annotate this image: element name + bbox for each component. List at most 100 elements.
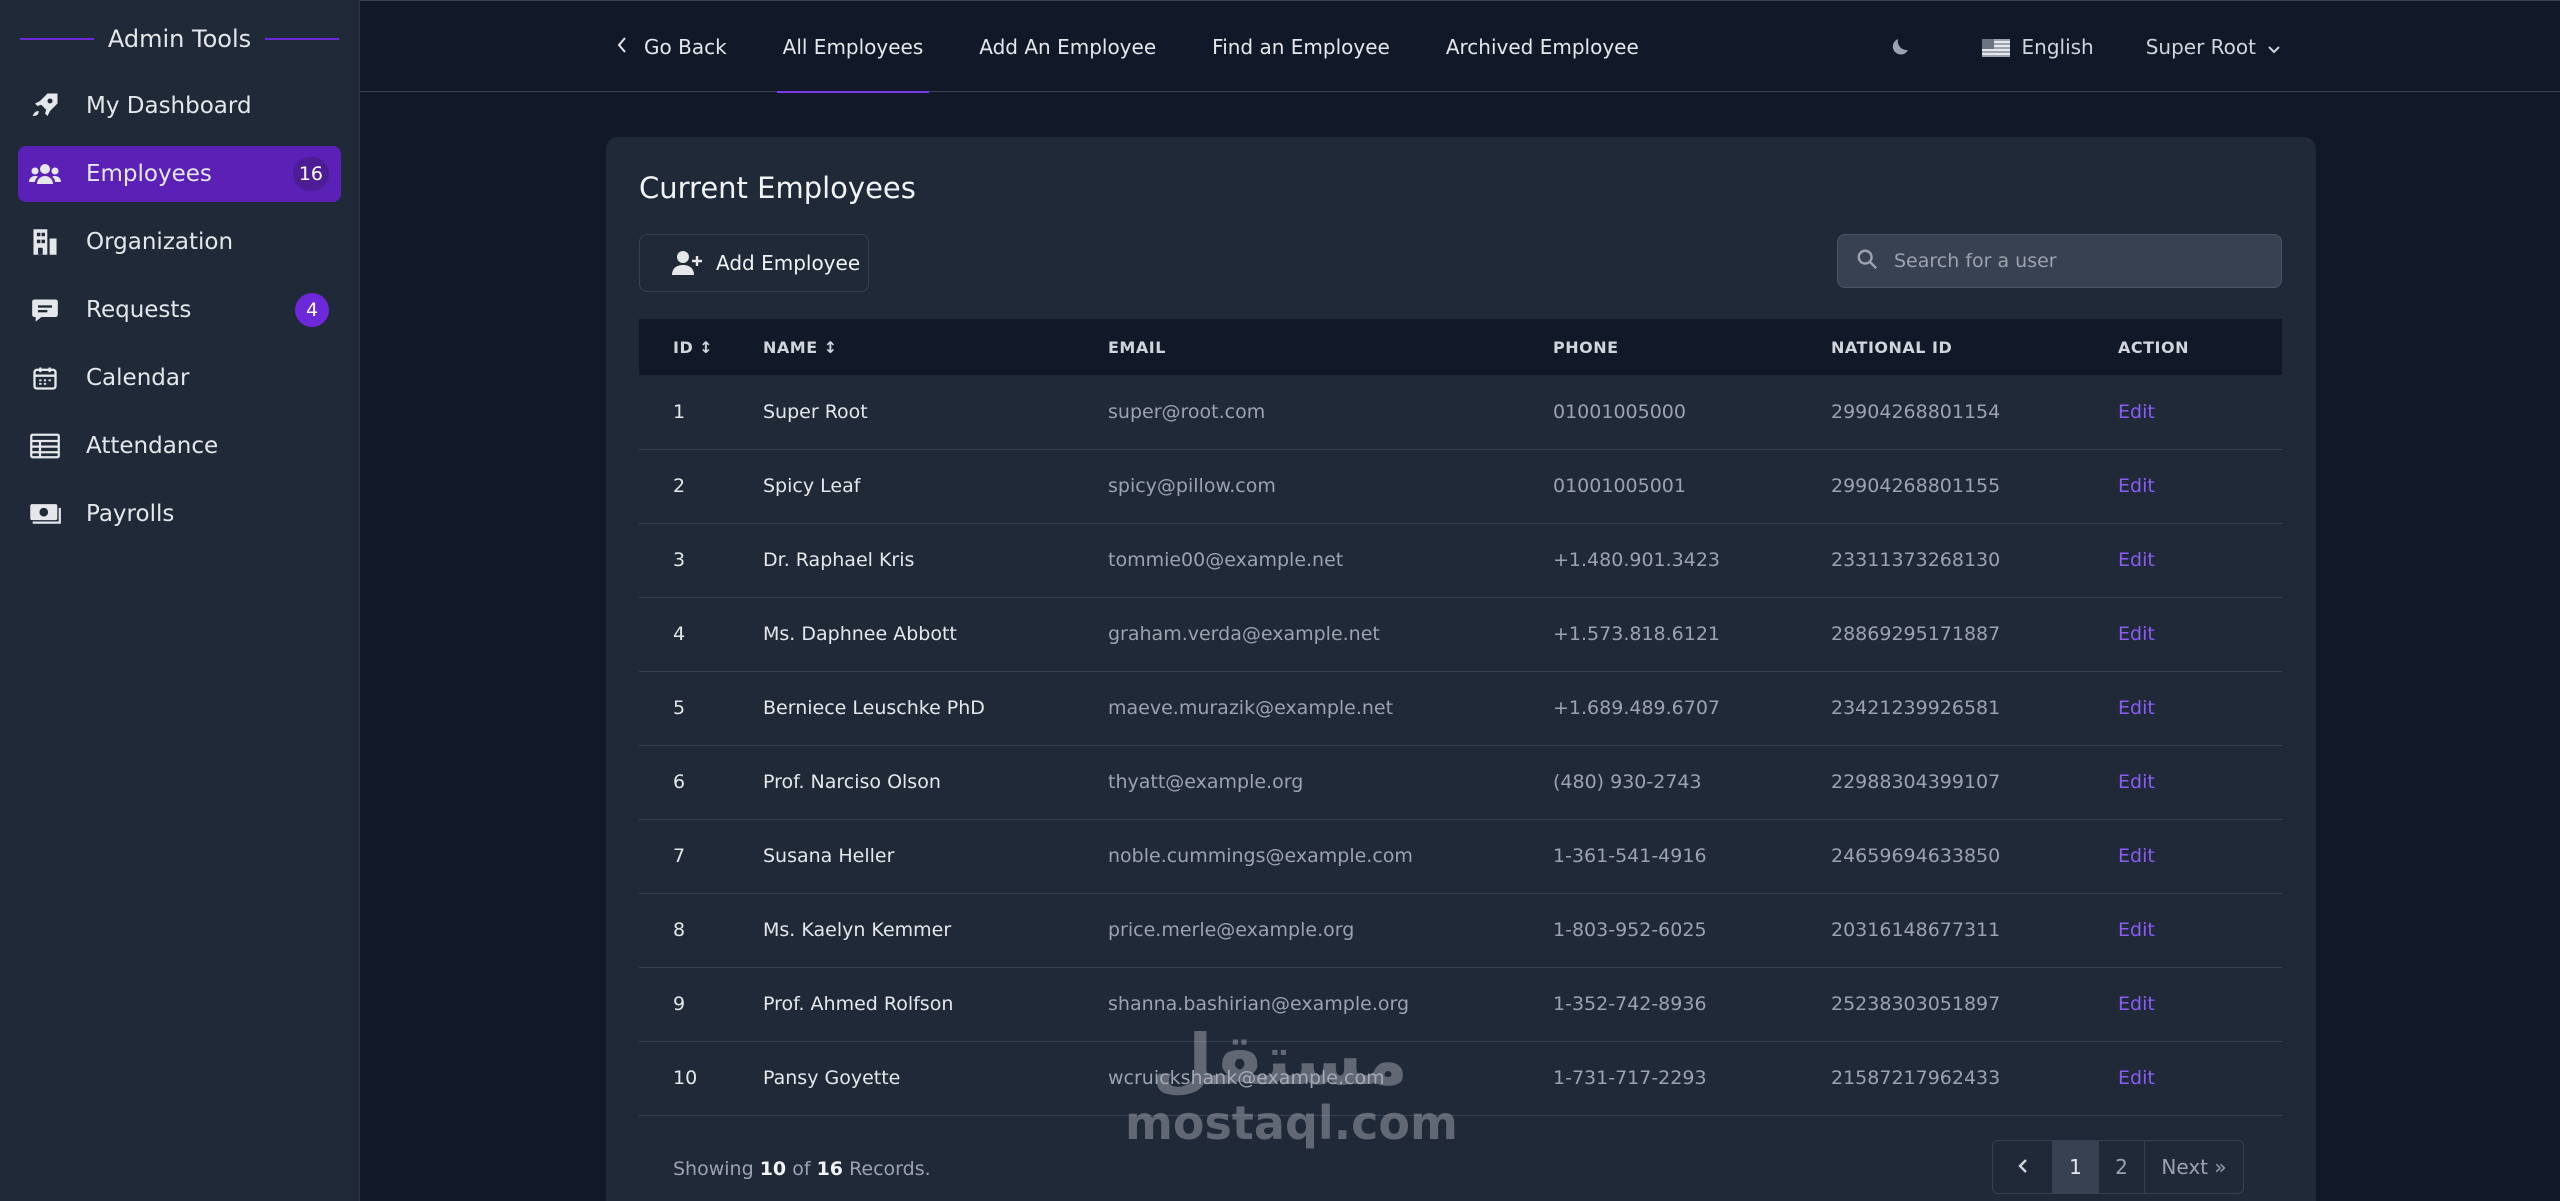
edit-link[interactable]: Edit [2118,523,2282,597]
table-row: 4 Ms. Daphnee Abbott graham.verda@exampl… [639,597,2282,671]
edit-link[interactable]: Edit [2118,1041,2282,1115]
summary-of: of [792,1158,811,1180]
summary-total: 16 [816,1158,844,1180]
sidebar-item-employees[interactable]: Employees 16 [18,146,341,202]
tab-find-employee[interactable]: Find an Employee [1206,1,1396,93]
tab-label: Find an Employee [1212,35,1390,59]
cell-email: wcruickshank@example.com [1108,1067,1385,1089]
sidebar-header: Admin Tools [0,0,359,78]
summary-suffix: Records. [849,1158,931,1180]
cell-id: 1 [673,400,686,423]
table-row: 2 Spicy Leaf spicy@pillow.com 0100100500… [639,449,2282,523]
sidebar-item-label: Calendar [86,365,190,391]
tab-archived-employee[interactable]: Archived Employee [1440,1,1645,93]
calendar-icon [28,361,62,395]
cell-phone: (480) 930-2743 [1553,771,1702,793]
edit-link[interactable]: Edit [2118,671,2282,745]
cell-national-id: 22988304399107 [1831,771,2001,793]
table-header-row: ID ↕ NAME ↕ EMAIL PHONE NATIONAL ID ACTI… [639,319,2282,375]
table-row: 10 Pansy Goyette wcruickshank@example.co… [639,1041,2282,1115]
tab-go-back[interactable]: Go Back [610,1,733,93]
user-menu[interactable]: Super Root [2146,35,2280,59]
sidebar-item-dashboard[interactable]: My Dashboard [18,78,341,134]
sidebar-item-payrolls[interactable]: Payrolls [18,486,341,542]
language-selector[interactable]: English [1981,35,2094,59]
tab-label: All Employees [782,35,924,59]
count-badge: 16 [292,157,329,191]
cell-id: 6 [673,771,686,793]
tab-label: Archived Employee [1445,35,1639,59]
cell-name: Prof. Ahmed Rolfson [763,993,954,1015]
cell-name: Super Root [763,400,868,423]
page-button-1[interactable]: 1 [2053,1141,2099,1193]
language-label: English [2021,35,2094,59]
us-flag-icon [1981,38,2010,57]
cell-id: 7 [673,845,686,867]
table-row: 6 Prof. Narciso Olson thyatt@example.org… [639,745,2282,819]
table-row: 9 Prof. Ahmed Rolfson shanna.bashirian@e… [639,967,2282,1041]
edit-link[interactable]: Edit [2118,819,2282,893]
edit-link[interactable]: Edit [2118,449,2282,523]
cell-email: shanna.bashirian@example.org [1108,993,1410,1015]
user-name: Super Root [2145,35,2256,59]
sidebar-item-label: My Dashboard [86,93,252,119]
table-row: 3 Dr. Raphael Kris tommie00@example.net … [639,523,2282,597]
add-employee-button[interactable]: Add Employee [639,234,869,292]
moon-icon[interactable] [1888,35,1912,59]
tab-add-employee[interactable]: Add An Employee [973,1,1162,93]
sidebar-item-label: Employees [86,161,212,187]
cell-phone: 1-352-742-8936 [1553,993,1707,1015]
column-header-action: ACTION [2118,337,2189,357]
sidebar-title: Admin Tools [107,25,252,53]
sidebar-item-attendance[interactable]: Attendance [18,418,341,474]
sidebar-item-organization[interactable]: Organization [18,214,341,270]
cell-national-id: 29904268801155 [1831,475,2001,497]
money-icon [28,497,62,531]
cell-id: 10 [673,1067,698,1089]
sidebar-item-calendar[interactable]: Calendar [18,350,341,406]
cell-email: thyatt@example.org [1108,771,1304,793]
search-input[interactable] [1894,250,2254,272]
search-box[interactable] [1837,234,2282,288]
cell-phone: +1.480.901.3423 [1553,549,1721,571]
cell-email: graham.verda@example.net [1108,623,1380,645]
cell-name: Prof. Narciso Olson [763,771,941,793]
sidebar-item-label: Organization [86,229,234,255]
cell-phone: 1-361-541-4916 [1553,845,1707,867]
cell-email: noble.cummings@example.com [1108,845,1413,867]
edit-link[interactable]: Edit [2118,893,2282,967]
cell-name: Spicy Leaf [763,475,861,497]
divider [265,38,339,40]
chevron-left-icon [2017,1155,2029,1179]
count-badge: 4 [295,293,329,327]
employees-table: ID ↕ NAME ↕ EMAIL PHONE NATIONAL ID ACTI… [639,319,2282,1116]
edit-link[interactable]: Edit [2118,967,2282,1041]
sidebar-item-requests[interactable]: Requests 4 [18,282,341,338]
cell-national-id: 29904268801154 [1831,400,2001,423]
table-icon [28,429,62,463]
summary-shown: 10 [759,1158,787,1180]
page-button-2[interactable]: 2 [2099,1141,2145,1193]
cell-phone: 1-803-952-6025 [1553,919,1707,941]
next-page-button[interactable]: Next » [2145,1141,2243,1193]
edit-link[interactable]: Edit [2118,745,2282,819]
table-row: 5 Berniece Leuschke PhD maeve.murazik@ex… [639,671,2282,745]
edit-link[interactable]: Edit [2118,597,2282,671]
users-icon [28,157,62,191]
cell-national-id: 25238303051897 [1831,993,2001,1015]
cell-email: tommie00@example.net [1108,549,1344,571]
edit-link[interactable]: Edit [2118,375,2282,449]
chevron-left-icon [616,35,628,59]
column-header-id[interactable]: ID ↕ [639,319,763,375]
prev-page-button[interactable] [1993,1141,2053,1193]
top-right-controls: English Super Root [1888,1,2280,93]
cell-national-id: 23311373268130 [1831,549,2001,571]
cell-phone: 01001005001 [1553,475,1686,497]
add-employee-label: Add Employee [716,251,861,275]
user-plus-icon [672,250,702,276]
column-header-name[interactable]: NAME ↕ [763,319,1108,375]
tab-all-employees[interactable]: All Employees [776,1,930,93]
cell-national-id: 24659694633850 [1831,845,2001,867]
cell-name: Pansy Goyette [763,1067,901,1089]
column-header-phone: PHONE [1553,337,1619,357]
